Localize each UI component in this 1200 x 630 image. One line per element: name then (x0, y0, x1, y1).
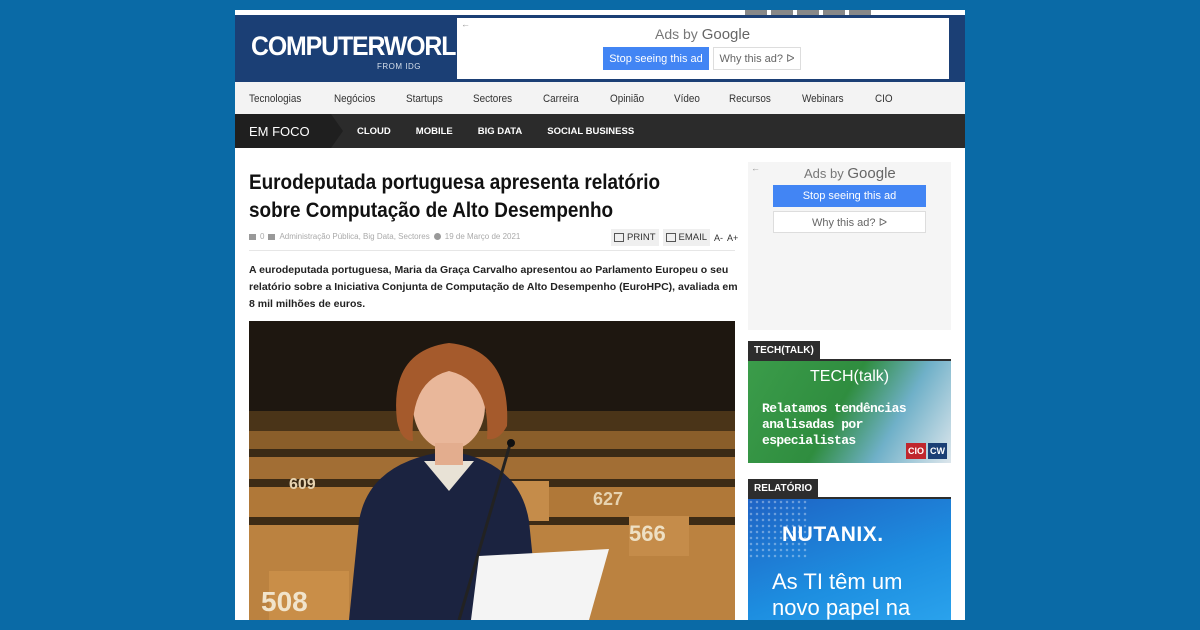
site-logo[interactable]: COMPUTERWORLD (251, 31, 473, 62)
category-icon (268, 233, 276, 240)
parliament-illustration: 609 627 566 508 (249, 321, 735, 620)
nav-item-opiniao[interactable]: Opinião (610, 93, 644, 105)
main-nav: Tecnologias Negócios Startups Sectores C… (235, 82, 965, 115)
article-lead: A eurodeputada portuguesa, Maria da Graç… (249, 264, 738, 310)
nutanix-banner[interactable]: NUTANIX. As TI têm um novo papel na (748, 499, 951, 620)
sidebar-ad: ← Ads by Google Stop seeing this ad Why … (748, 162, 951, 330)
email-label: EMAIL (678, 232, 708, 243)
webpage: COMPUTERWORLD FROM IDG ← Ads by Google S… (235, 10, 965, 620)
article-categories[interactable]: Administração Pública, Big Data, Sectore… (279, 232, 429, 241)
ad-back-icon[interactable]: ← (461, 19, 470, 29)
cw-logo: CW (928, 443, 947, 459)
nutanix-logo: NUTANIX. (782, 523, 884, 546)
techtalk-title: TECH(talk) (810, 368, 890, 385)
nav-item-webinars[interactable]: Webinars (802, 93, 844, 105)
comment-count[interactable]: 0 (260, 232, 264, 241)
techtalk-logos: CIO CW (905, 443, 947, 459)
techtalk-text: Relatamos tendências analisadas por espe… (762, 401, 907, 448)
clock-icon (433, 233, 441, 240)
nav-item-sectores[interactable]: Sectores (473, 93, 512, 105)
focus-item-cloud[interactable]: CLOUD (357, 126, 391, 137)
ads-by-google: Ads by Google (655, 26, 750, 43)
site-header: COMPUTERWORLD FROM IDG ← Ads by Google S… (235, 15, 965, 82)
font-smaller-button[interactable]: A- (714, 233, 723, 243)
google-brand: Google (701, 26, 751, 43)
nav-item-cio[interactable]: CIO (875, 93, 893, 105)
cio-logo: CIO (905, 443, 926, 459)
nav-item-tecnologias[interactable]: Tecnologias (249, 93, 301, 105)
envelope-icon (665, 233, 676, 242)
stop-seeing-ad-button[interactable]: Stop seeing this ad (603, 47, 709, 70)
print-label: PRINT (627, 232, 656, 243)
techtalk-section-label: TECH(TALK) (748, 341, 820, 359)
nav-item-negocios[interactable]: Negócios (334, 93, 375, 105)
font-larger-button[interactable]: A+ (727, 233, 738, 243)
logo-subtitle: FROM IDG (377, 62, 421, 71)
ads-by-label: Ads by (655, 26, 698, 42)
seat-number: 627 (593, 489, 623, 509)
focus-item-big-data[interactable]: BIG DATA (478, 126, 523, 137)
seat-number: 566 (629, 521, 666, 546)
seat-number: 508 (261, 586, 308, 617)
email-button[interactable]: EMAIL (662, 229, 711, 246)
techtalk-banner[interactable]: TECH(talk) Relatamos tendências analisad… (748, 361, 951, 463)
nav-item-video[interactable]: Vídeo (674, 93, 700, 105)
comment-icon (249, 233, 256, 240)
focus-item-mobile[interactable]: MOBILE (416, 126, 453, 137)
article-photo: 609 627 566 508 (249, 321, 735, 620)
nav-item-recursos[interactable]: Recursos (729, 93, 771, 105)
printer-icon (614, 233, 624, 242)
focus-bar: EM FOCO CLOUD MOBILE BIG DATA SOCIAL BUS… (235, 114, 965, 148)
nav-item-startups[interactable]: Startups (406, 93, 443, 105)
article-date: 19 de Março de 2021 (444, 232, 521, 241)
ads-by-label: Ads by (804, 166, 844, 181)
article-title: Eurodeputada portuguesa apresenta relató… (249, 170, 661, 222)
nutanix-text: As TI têm um novo papel na (772, 569, 911, 620)
article-meta: 0 Administração Pública, Big Data, Secto… (249, 232, 520, 241)
stop-seeing-ad-button[interactable]: Stop seeing this ad (773, 185, 926, 207)
print-button[interactable]: PRINT (611, 229, 659, 246)
seat-number: 609 (289, 476, 316, 493)
meta-divider (249, 250, 735, 251)
top-ad-banner: ← Ads by Google Stop seeing this ad Why … (457, 18, 949, 79)
why-this-ad-button[interactable]: Why this ad? ᐅ (773, 211, 926, 233)
google-brand: Google (847, 165, 896, 182)
focus-item-social-business[interactable]: SOCIAL BUSINESS (547, 126, 634, 137)
nav-item-carreira[interactable]: Carreira (543, 93, 579, 105)
why-this-ad-button[interactable]: Why this ad? ᐅ (713, 47, 801, 70)
article-tools: PRINT EMAIL A- A+ (611, 229, 738, 246)
ad-back-icon[interactable]: ← (751, 163, 760, 173)
ads-by-google: Ads by Google (804, 165, 896, 182)
focus-label: EM FOCO (235, 114, 343, 148)
relatorio-section-label: RELATÓRIO (748, 479, 819, 497)
